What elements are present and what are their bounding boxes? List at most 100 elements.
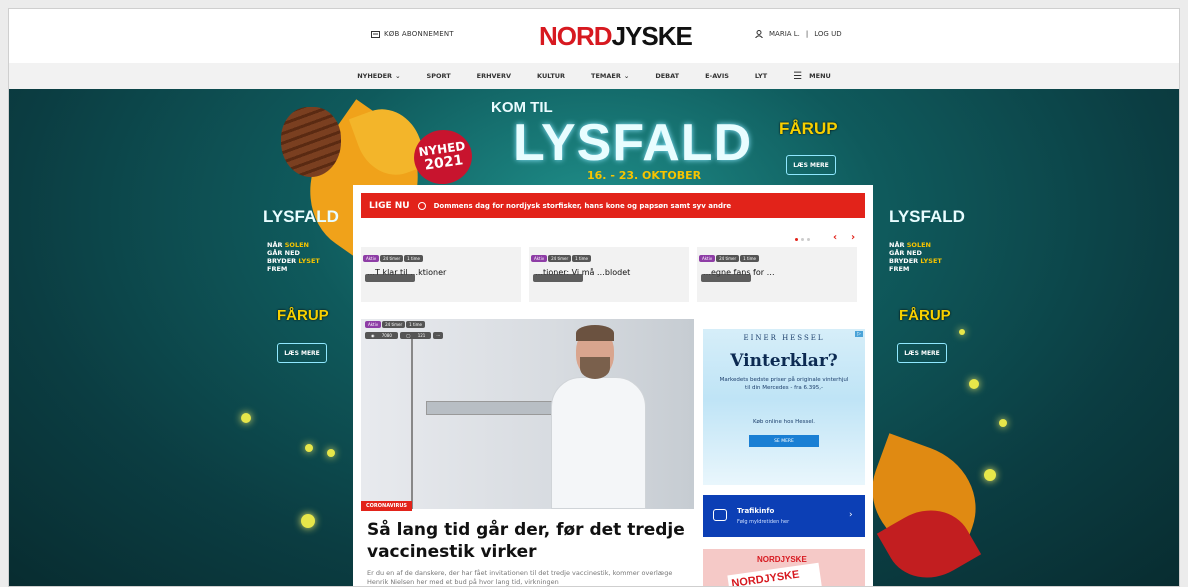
tagline-highlight: SOLEN bbox=[284, 241, 309, 249]
tagline-text: NÅR bbox=[889, 241, 907, 249]
doctor-illustration bbox=[546, 325, 651, 509]
live-indicator-icon bbox=[417, 201, 426, 210]
carousel-card[interactable]: Aktiv 24 timer 1 time …egne fans for … bbox=[697, 247, 857, 302]
header-separator: | bbox=[805, 30, 809, 38]
nav-item-kultur[interactable]: KULTUR bbox=[537, 72, 565, 80]
card-tag: Aktiv bbox=[699, 255, 716, 262]
chevron-down-icon: ⌄ bbox=[395, 72, 401, 80]
card-age: 24 timer bbox=[716, 255, 740, 262]
tagline-highlight: LYSET bbox=[920, 257, 942, 265]
card-stats-overlay bbox=[701, 274, 751, 282]
ad-subline: Køb online hos Hessel. bbox=[752, 419, 816, 425]
card-stats-overlay bbox=[533, 274, 583, 282]
right-laes-mere-button[interactable]: LÆS MERE bbox=[897, 343, 947, 363]
doctor-hair bbox=[576, 325, 614, 341]
carousel-prev-button[interactable]: ‹ bbox=[833, 232, 837, 243]
doctor-coat bbox=[551, 377, 646, 509]
card-tag: Aktiv bbox=[531, 255, 548, 262]
site-header: KØB ABONNEMENT NORDJYSKE MARIA L. | LOG … bbox=[9, 9, 1179, 63]
hero-age: 24 timer bbox=[382, 321, 406, 328]
card-meta: Aktiv 24 timer 1 time bbox=[699, 255, 760, 262]
carousel-dot[interactable] bbox=[807, 238, 810, 241]
ad-brand: EINER HESSEL bbox=[743, 334, 825, 342]
hero-more[interactable]: ··· bbox=[433, 332, 444, 339]
hero-teaser: Er du en af de danskere, der har fået in… bbox=[367, 569, 673, 586]
logout-link[interactable]: LOG UD bbox=[814, 30, 841, 38]
banner-title: LYSFALD bbox=[513, 114, 753, 172]
tagline-highlight: LYSET bbox=[298, 257, 320, 265]
tagline-text: GÅR NED bbox=[889, 249, 922, 257]
card-stats-overlay bbox=[365, 274, 415, 282]
e-avis-promo[interactable]: NORDJYSKE NORDJYSKE bbox=[703, 549, 865, 586]
comments-count: 121 bbox=[414, 332, 429, 339]
carousel-card[interactable]: Aktiv 24 timer 1 time …tioner: Vi må …blod… bbox=[529, 247, 689, 302]
hero-stats: ◉ 7080 ◯ 121 ··· bbox=[365, 332, 444, 339]
category-label[interactable]: CORONAVIRUS bbox=[361, 501, 412, 511]
nav-label: MENU bbox=[809, 72, 831, 80]
hero-views: ◉ 7080 bbox=[365, 332, 398, 339]
views-count: 7080 bbox=[378, 332, 395, 339]
nav-item-e-avis[interactable]: E-AVIS bbox=[705, 72, 729, 80]
banner-dates: 16. - 23. OKTOBER bbox=[587, 169, 702, 182]
e-avis-logo: NORDJYSKE bbox=[757, 555, 807, 564]
hamburger-icon: ☰ bbox=[793, 70, 803, 82]
card-meta: Aktiv 24 timer 1 time bbox=[363, 255, 424, 262]
left-lysfald-title: LYSFALD bbox=[263, 207, 339, 226]
nav-label: KULTUR bbox=[537, 72, 566, 80]
firefly-decoration bbox=[969, 379, 979, 389]
nav-label: E-AVIS bbox=[705, 72, 729, 80]
user-name[interactable]: MARIA L. bbox=[769, 30, 800, 38]
ad-se-mere-button[interactable]: SE MERE bbox=[749, 435, 819, 447]
nav-item-nyheder[interactable]: NYHEDER ⌄ bbox=[357, 72, 400, 80]
firefly-decoration bbox=[305, 444, 313, 452]
live-label: LIGE NU bbox=[369, 200, 410, 211]
nav-item-debat[interactable]: DEBAT bbox=[655, 72, 679, 80]
right-lysfald-tagline: NÅR SOLEN GÅR NED BRYDER LYSET FREM bbox=[889, 241, 942, 273]
left-laes-mere-button[interactable]: LÆS MERE bbox=[277, 343, 327, 363]
left-lysfald-tagline: NÅR SOLEN GÅR NED BRYDER LYSET FREM bbox=[267, 241, 320, 273]
tagline-text: FREM bbox=[889, 265, 910, 273]
hero-headline[interactable]: Så lang tid går der, før det tredje vacc… bbox=[367, 519, 687, 563]
user-menu: MARIA L. | LOG UD bbox=[755, 30, 842, 38]
logo-red: NORD bbox=[539, 21, 613, 51]
card-meta: Aktiv 24 timer 1 time bbox=[531, 255, 592, 262]
card-duration: 1 time bbox=[572, 255, 592, 262]
tagline-text: FREM bbox=[267, 265, 288, 273]
nav-item-menu[interactable]: ☰ MENU bbox=[793, 71, 831, 82]
tagline-text: BRYDER bbox=[889, 257, 921, 265]
nav-label: ERHVERV bbox=[476, 72, 512, 80]
nav-label: DEBAT bbox=[655, 72, 680, 80]
card-age: 24 timer bbox=[380, 255, 404, 262]
subscribe-link[interactable]: KØB ABONNEMENT bbox=[371, 30, 454, 38]
nav-item-erhverv[interactable]: ERHVERV bbox=[477, 72, 511, 80]
trafikinfo-widget[interactable]: Trafikinfo Følg myldretiden her › bbox=[703, 495, 865, 537]
banner-laes-mere-button[interactable]: LÆS MERE bbox=[786, 155, 836, 175]
carousel-dot[interactable] bbox=[795, 238, 798, 241]
nav-item-temaer[interactable]: TEMAER ⌄ bbox=[591, 72, 629, 80]
pinecone-decoration bbox=[281, 107, 341, 177]
nav-item-sport[interactable]: SPORT bbox=[427, 72, 451, 80]
carousel-card[interactable]: Aktiv 24 timer 1 time …T klar til …ktioner bbox=[361, 247, 521, 302]
carousel-dot[interactable] bbox=[801, 238, 804, 241]
hessel-ad[interactable]: ▷ EINER HESSEL Vinterklar? Markedets bed… bbox=[703, 329, 865, 485]
nav-label: SPORT bbox=[426, 72, 451, 80]
tagline-highlight: SOLEN bbox=[906, 241, 931, 249]
subscribe-label: KØB ABONNEMENT bbox=[384, 30, 454, 38]
hero-article-image[interactable]: Aktiv 24 timer 1 time ◉ 7080 ◯ 121 ··· bbox=[361, 319, 694, 509]
firefly-decoration bbox=[959, 329, 965, 335]
carousel-next-button[interactable]: › bbox=[851, 232, 855, 243]
live-news-bar[interactable]: LIGE NU Dommens dag for nordjysk storfis… bbox=[361, 193, 865, 218]
firefly-decoration bbox=[984, 469, 996, 481]
comment-icon: ◯ bbox=[402, 332, 415, 339]
firefly-decoration bbox=[241, 413, 251, 423]
iv-pole-illustration bbox=[411, 339, 413, 509]
card-tag: Aktiv bbox=[363, 255, 380, 262]
site-logo[interactable]: NORDJYSKE bbox=[539, 21, 693, 52]
hero-duration: 1 time bbox=[406, 321, 426, 328]
nav-item-lyt[interactable]: LYT bbox=[755, 72, 767, 80]
main-nav: NYHEDER ⌄ SPORT ERHVERV KULTUR TEMAER ⌄ DE… bbox=[9, 63, 1179, 89]
user-icon bbox=[755, 30, 763, 38]
left-farup-logo: FÅRUP bbox=[277, 307, 329, 324]
browser-page: KØB ABONNEMENT NORDJYSKE MARIA L. | LOG … bbox=[8, 8, 1180, 587]
newspaper-cover: NORDJYSKE bbox=[727, 562, 823, 586]
